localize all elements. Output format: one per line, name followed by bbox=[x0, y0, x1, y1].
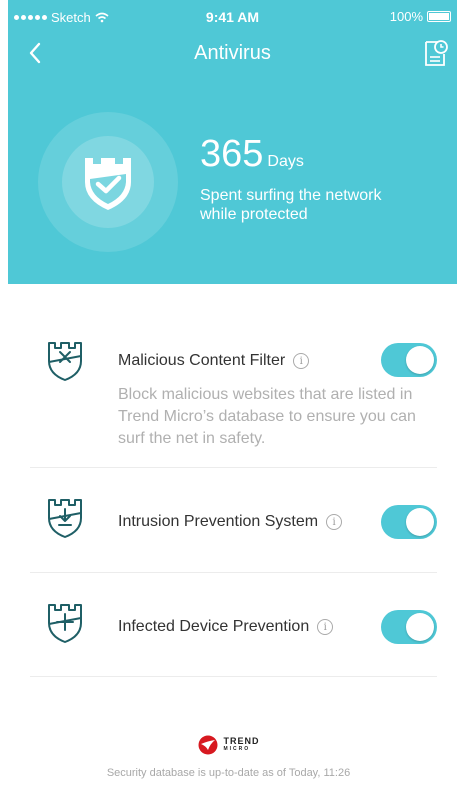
infected-device-prevention-toggle[interactable] bbox=[381, 610, 437, 644]
info-icon[interactable]: i bbox=[293, 353, 310, 369]
left-edge bbox=[0, 0, 8, 809]
protection-stats: 365 Days Spent surfing the network while … bbox=[200, 133, 420, 224]
database-update-status: Security database is up-to-date as of To… bbox=[106, 767, 351, 779]
feature-infected-device-prevention: Infected Device Prevention i bbox=[30, 602, 437, 652]
stats-description: Spent surfing the network while protecte… bbox=[200, 187, 382, 223]
battery-status: 100% bbox=[390, 9, 451, 24]
days-unit: Days bbox=[267, 153, 304, 170]
feature-title: Intrusion Prevention System i bbox=[118, 513, 343, 531]
nav-bar: Antivirus bbox=[8, 38, 457, 70]
report-history-icon[interactable] bbox=[421, 38, 449, 68]
divider bbox=[30, 467, 437, 468]
feature-title: Infected Device Prevention i bbox=[118, 618, 334, 636]
protection-badge bbox=[38, 112, 178, 252]
trend-micro-logo: TREND MICRO bbox=[0, 735, 457, 755]
feature-description: Block malicious websites that are listed… bbox=[118, 386, 416, 447]
shield-plus-icon bbox=[48, 604, 82, 643]
divider bbox=[30, 676, 437, 677]
trend-micro-ball-icon bbox=[198, 735, 217, 755]
page-title: Antivirus bbox=[194, 42, 271, 64]
shield-download-icon bbox=[48, 499, 82, 538]
feature-title: Malicious Content Filter i bbox=[118, 352, 310, 370]
intrusion-prevention-toggle[interactable] bbox=[381, 505, 437, 539]
status-bar: Sketch 9:41 AM 100% bbox=[8, 0, 457, 38]
shield-check-icon bbox=[85, 158, 131, 210]
feature-malicious-content-filter: Malicious Content Filter i Block maliciou… bbox=[30, 340, 437, 450]
info-icon[interactable]: i bbox=[317, 619, 334, 635]
info-icon[interactable]: i bbox=[326, 514, 343, 530]
hero-header: Sketch 9:41 AM 100% Antivirus 365 Days Sp… bbox=[8, 0, 457, 284]
feature-intrusion-prevention: Intrusion Prevention System i bbox=[30, 497, 437, 547]
battery-percent: 100% bbox=[389, 9, 423, 24]
logo-subtext: MICRO bbox=[223, 746, 251, 752]
malicious-content-filter-toggle[interactable] bbox=[381, 343, 437, 377]
days-count: 365 bbox=[200, 133, 264, 175]
shield-x-icon bbox=[48, 342, 82, 381]
divider bbox=[30, 572, 437, 573]
battery-icon bbox=[427, 11, 451, 22]
